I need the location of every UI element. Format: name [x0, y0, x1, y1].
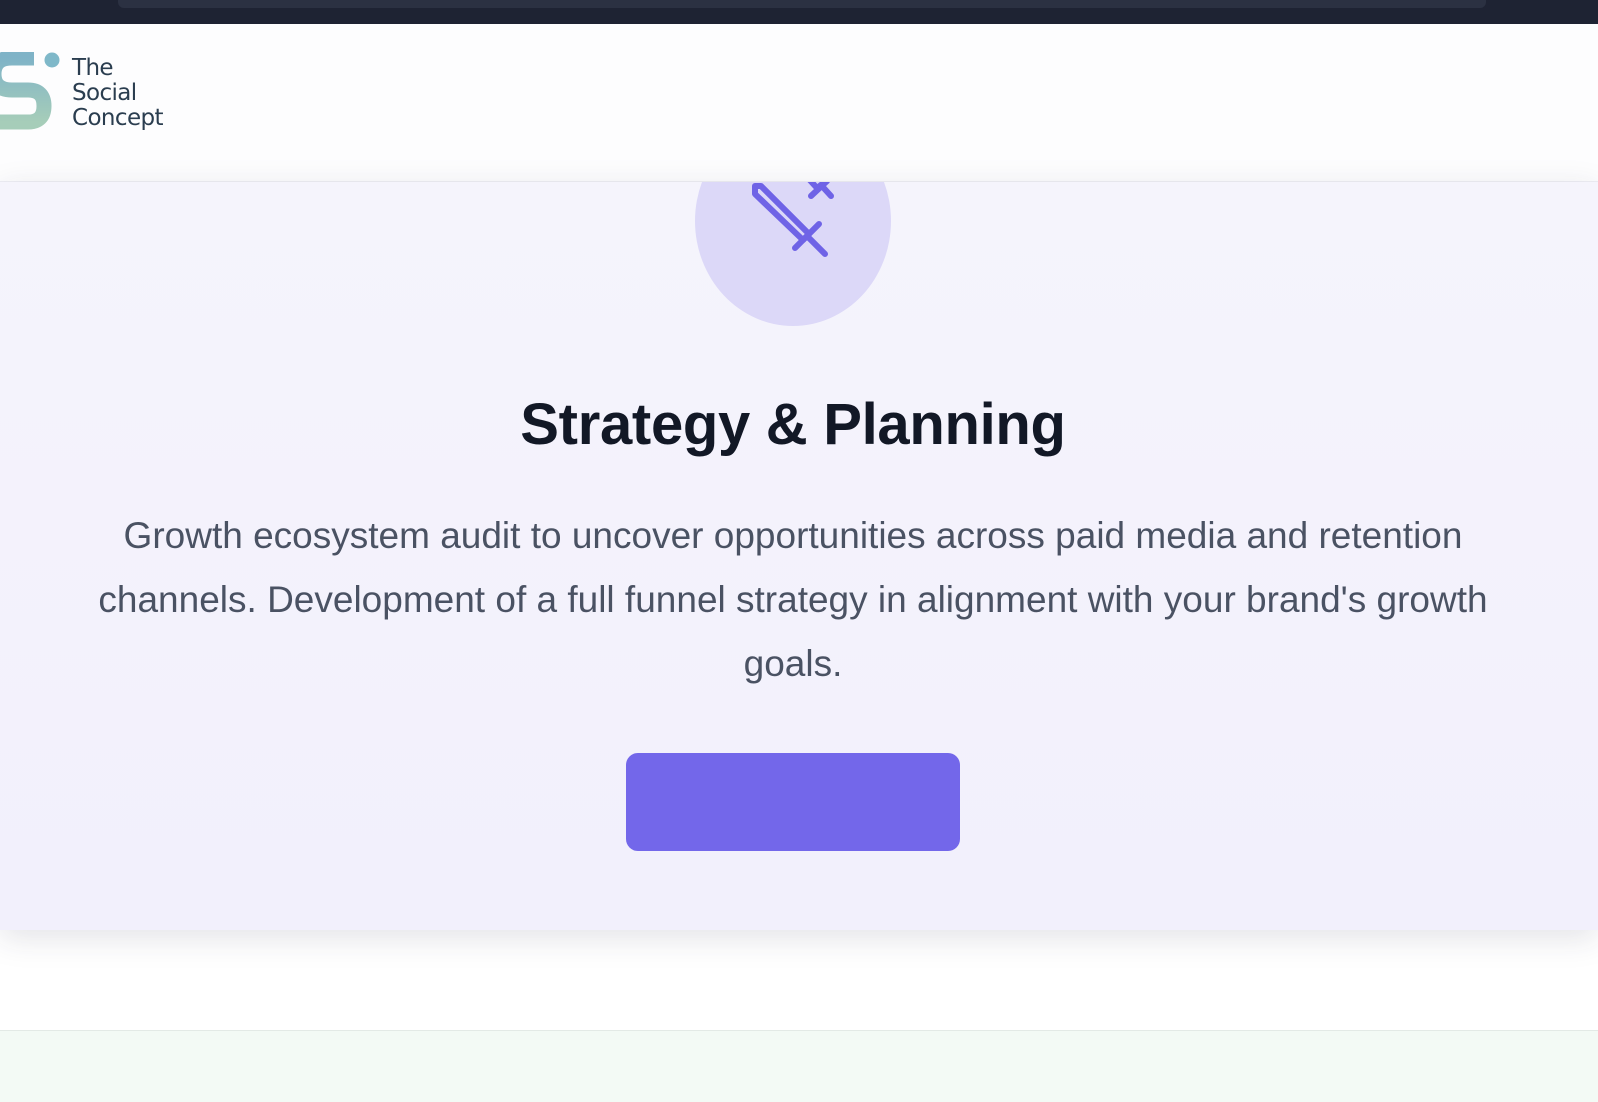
- site-header: The Social Concept: [0, 24, 1598, 182]
- logo-line-concept: Concept: [72, 105, 164, 131]
- browser-top-bar: [0, 0, 1598, 24]
- logo-wordmark: The Social Concept: [72, 55, 164, 131]
- service-cta-button[interactable]: [626, 753, 960, 851]
- service-title: Strategy & Planning: [520, 392, 1066, 457]
- service-card: Strategy & Planning Growth ecosystem aud…: [0, 182, 1598, 930]
- logo-line-the: The: [72, 55, 114, 81]
- site-logo[interactable]: The Social Concept: [0, 52, 190, 142]
- service-icon-circle: [695, 182, 891, 326]
- social-concept-logo-icon: [0, 52, 60, 130]
- browser-address-bar-edge: [118, 0, 1486, 8]
- next-section-strip: [0, 1030, 1598, 1102]
- sword-icon: [752, 182, 834, 257]
- logo-line-social: Social: [72, 80, 137, 106]
- service-description: Growth ecosystem audit to uncover opport…: [98, 515, 1488, 684]
